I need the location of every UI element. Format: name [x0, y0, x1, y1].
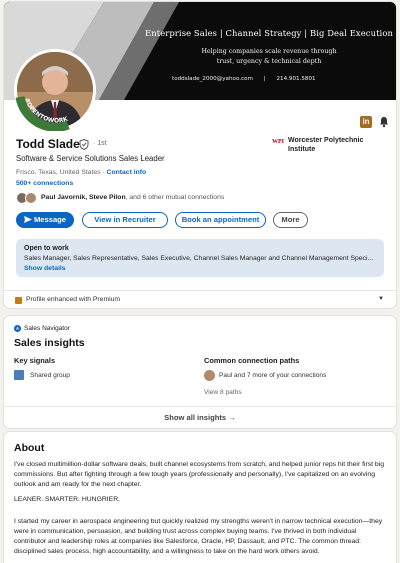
about-paragraph: LEANER. SMARTER. HUNGRIER. — [14, 496, 120, 503]
open-to-work-title: Open to work — [24, 245, 69, 252]
bell-icon[interactable] — [378, 116, 390, 128]
about-card: About I've closed multimillion-dollar so… — [4, 432, 396, 563]
view-paths-link[interactable]: View 8 paths — [204, 389, 242, 396]
banner-phone: 214.901.5801 — [276, 76, 316, 82]
message-button[interactable]: Message — [16, 212, 74, 228]
sales-navigator-icon — [14, 325, 21, 332]
sales-insights-title: Sales insights — [14, 337, 85, 349]
banner-title: Enterprise Sales | Channel Strategy | Bi… — [145, 28, 393, 38]
view-in-recruiter-button[interactable]: View in Recruiter — [82, 212, 168, 228]
banner-subtitle-line1: Helping companies scale revenue through — [201, 48, 337, 55]
show-details-link[interactable]: Show details — [24, 265, 66, 272]
mutual-avatar — [25, 192, 37, 204]
premium-text: Profile enhanced with Premium — [26, 296, 121, 303]
banner-contact: toddslade_2000@yahoo.com | 214.901.5801 — [172, 76, 316, 82]
location-text: Frisco, Texas, United States — [16, 169, 101, 176]
mutual-names: Paul Javornik, Steve Pilon — [41, 194, 126, 201]
book-appointment-button[interactable]: Book an appointment — [175, 212, 266, 228]
banner-email: toddslade_2000@yahoo.com — [172, 76, 253, 82]
connection-degree: · 1st — [93, 140, 107, 147]
key-signals-heading: Key signals — [14, 356, 56, 365]
premium-icon — [15, 297, 22, 304]
about-title: About — [14, 442, 45, 454]
about-paragraph: I started my career in aerospace enginee… — [14, 518, 383, 555]
profile-card: Enterprise Sales | Channel Strategy | Bi… — [4, 2, 396, 308]
shared-group-signal[interactable]: Shared group — [30, 372, 70, 379]
profile-headline: Software & Service Solutions Sales Leade… — [16, 154, 165, 163]
send-icon — [23, 216, 32, 223]
open-to-work-ring: #OPENTOWORK — [15, 96, 70, 131]
connections-link[interactable]: 500+ connections — [16, 180, 73, 187]
about-paragraph: I've closed multimillion-dollar software… — [14, 461, 385, 488]
wpi-logo: WPI — [272, 139, 284, 145]
banner-subtitle: Helping companies scale revenue through … — [164, 47, 374, 66]
message-label: Message — [33, 215, 67, 224]
premium-row[interactable]: Profile enhanced with Premium ▼ — [4, 290, 396, 308]
group-icon — [14, 370, 24, 380]
sales-navigator-label: Sales Navigator — [24, 325, 70, 332]
mutual-avatars — [16, 192, 38, 204]
connection-avatar — [204, 370, 215, 381]
linkedin-icon[interactable]: in — [360, 116, 372, 128]
common-path-item[interactable]: Paul and 7 more of your connections — [219, 372, 326, 379]
mutual-connections-text: Paul Javornik, Steve Pilon, and 6 other … — [41, 194, 224, 201]
mutual-rest: , and 6 other mutual connections — [125, 194, 225, 201]
profile-location: Frisco, Texas, United States · Contact i… — [16, 169, 146, 176]
open-to-work-description: Sales Manager, Sales Representative, Sal… — [24, 255, 374, 262]
contact-info-link[interactable]: Contact info — [107, 169, 147, 176]
profile-name: Todd Slade — [16, 137, 80, 151]
show-all-insights-button[interactable]: Show all insights → — [4, 406, 396, 428]
chevron-down-icon[interactable]: ▼ — [378, 296, 384, 302]
banner-separator: | — [263, 76, 266, 82]
sales-insights-card: Sales Navigator Sales insights Key signa… — [4, 316, 396, 428]
banner-subtitle-line2: trust, urgency & technical depth — [216, 57, 322, 65]
common-paths-heading: Common connection paths — [204, 356, 300, 365]
more-button[interactable]: More — [273, 212, 308, 228]
education-name: Worcester Polytechnic Institute — [288, 137, 364, 153]
verified-shield-icon[interactable] — [79, 139, 89, 150]
open-to-work-box[interactable]: Open to work Sales Manager, Sales Repres… — [16, 239, 384, 277]
